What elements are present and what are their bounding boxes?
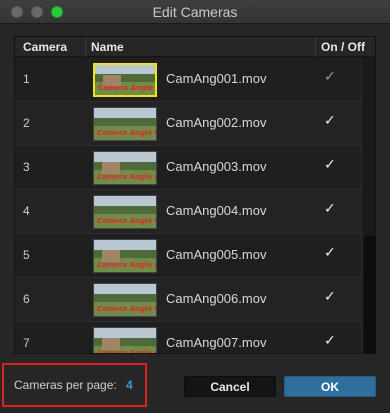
column-header-on-off[interactable]: On / Off — [321, 40, 365, 54]
thumbnail-angle-label: Camera Angle 04 — [97, 217, 156, 225]
camera-number: 4 — [23, 204, 30, 218]
camera-thumbnail[interactable]: Camera Angle 04 — [93, 195, 157, 229]
scrollbar-thumb[interactable] — [364, 236, 375, 353]
on-off-checkbox[interactable]: ✓ — [324, 332, 336, 349]
thumbnail-angle-label: Camera Angle 02 — [97, 129, 156, 137]
camera-number: 7 — [23, 336, 30, 350]
window-title: Edit Cameras — [152, 4, 238, 20]
cancel-button[interactable]: Cancel — [184, 376, 276, 397]
camera-thumbnail[interactable]: Camera Angle 07 — [93, 327, 157, 354]
camera-number: 2 — [23, 116, 30, 130]
thumbnail-angle-label: Camera Angle 01 — [98, 84, 155, 92]
camera-number: 1 — [23, 72, 30, 86]
on-off-checkbox[interactable]: ✓ — [324, 68, 336, 85]
on-off-checkbox[interactable]: ✓ — [324, 200, 336, 217]
thumbnail-angle-label: Camera Angle 03 — [97, 173, 156, 181]
cameras-per-page-label: Cameras per page: — [14, 378, 117, 392]
camera-thumbnail[interactable]: Camera Angle 06 — [93, 283, 157, 317]
table-rows: 1 Camera Angle 01 CamAng001.mov ✓ 2 Camera An… — [15, 58, 361, 354]
camera-file-name: CamAng006.mov — [166, 291, 267, 306]
table-row[interactable]: 5 Camera Angle 05 CamAng005.mov ✓ — [15, 234, 361, 278]
thumbnail-angle-label: Camera Angle 06 — [97, 305, 156, 313]
camera-file-name: CamAng004.mov — [166, 203, 267, 218]
on-off-checkbox[interactable]: ✓ — [324, 244, 336, 261]
table-row[interactable]: 7 Camera Angle 07 CamAng007.mov ✓ — [15, 322, 361, 354]
table-row[interactable]: 4 Camera Angle 04 CamAng004.mov ✓ — [15, 190, 361, 234]
table-header: Camera Name On / Off — [15, 37, 375, 57]
column-separator — [85, 37, 86, 57]
camera-file-name: CamAng007.mov — [166, 335, 267, 350]
title-bar: Edit Cameras — [0, 0, 390, 24]
camera-thumbnail[interactable]: Camera Angle 05 — [93, 239, 157, 273]
camera-file-name: CamAng005.mov — [166, 247, 267, 262]
table-row[interactable]: 6 Camera Angle 06 CamAng006.mov ✓ — [15, 278, 361, 322]
table-row[interactable]: 1 Camera Angle 01 CamAng001.mov ✓ — [15, 58, 361, 102]
vertical-scrollbar[interactable] — [361, 58, 375, 353]
camera-file-name: CamAng002.mov — [166, 115, 267, 130]
table-row[interactable]: 3 Camera Angle 03 CamAng003.mov ✓ — [15, 146, 361, 190]
edit-cameras-window: Edit Cameras Camera Name On / Off 1 Camer… — [0, 0, 390, 413]
camera-number: 3 — [23, 160, 30, 174]
camera-file-name: CamAng001.mov — [166, 71, 267, 86]
on-off-checkbox[interactable]: ✓ — [324, 112, 336, 129]
camera-number: 5 — [23, 248, 30, 262]
thumbnail-angle-label: Camera Angle 05 — [97, 261, 156, 269]
cameras-table: Camera Name On / Off 1 Camera Angle 01 Cam… — [14, 36, 376, 354]
on-off-checkbox[interactable]: ✓ — [324, 288, 336, 305]
camera-thumbnail[interactable]: Camera Angle 02 — [93, 107, 157, 141]
camera-thumbnail[interactable]: Camera Angle 01 — [93, 63, 157, 97]
thumbnail-angle-label: Camera Angle 07 — [97, 349, 156, 354]
column-header-camera[interactable]: Camera — [23, 40, 67, 54]
ok-button[interactable]: OK — [284, 376, 376, 397]
column-separator — [315, 37, 316, 57]
table-row[interactable]: 2 Camera Angle 02 CamAng002.mov ✓ — [15, 102, 361, 146]
column-header-name[interactable]: Name — [91, 40, 124, 54]
camera-thumbnail[interactable]: Camera Angle 03 — [93, 151, 157, 185]
on-off-checkbox[interactable]: ✓ — [324, 156, 336, 173]
camera-number: 6 — [23, 292, 30, 306]
cameras-per-page-value[interactable]: 4 — [126, 378, 133, 392]
camera-file-name: CamAng003.mov — [166, 159, 267, 174]
